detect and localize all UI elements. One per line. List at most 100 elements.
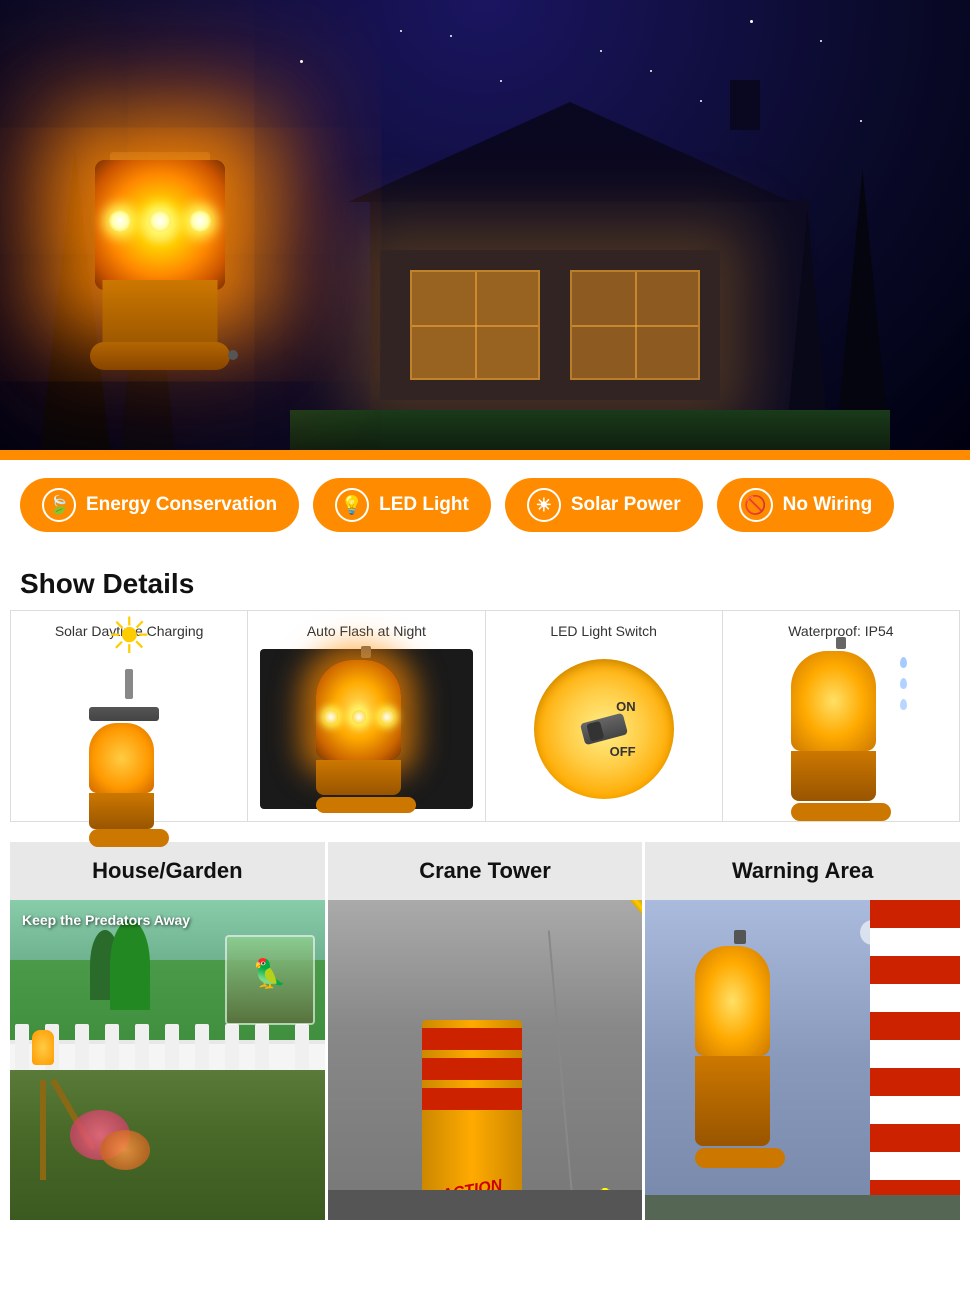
- barrier-white-5: [870, 1152, 960, 1180]
- features-bar: 🍃 Energy Conservation 💡 LED Light ☀ Sola…: [0, 460, 970, 550]
- wp-base-main: [791, 751, 876, 801]
- feature-badge-led: 💡 LED Light: [313, 478, 491, 532]
- use-cases-images: Keep the Predators Away: [10, 900, 960, 1220]
- warning-base: [695, 1056, 770, 1146]
- flash-image-area: [260, 649, 472, 809]
- wp-light-container: [791, 637, 891, 821]
- garden-scene: Keep the Predators Away: [10, 900, 325, 1220]
- crane-stripe-2: [422, 1058, 522, 1080]
- mount-bracket: [90, 342, 230, 370]
- house-roof: [348, 102, 792, 202]
- use-case-title-garden: House/Garden: [10, 842, 328, 900]
- switch-circle: ON OFF: [534, 659, 674, 799]
- mini-panel: [89, 707, 159, 721]
- barrier-white-4: [870, 1096, 960, 1124]
- warning-lens: [695, 946, 770, 1056]
- flash-base-main: [316, 760, 401, 795]
- mini-bracket: [89, 829, 169, 847]
- orange-divider: [0, 450, 970, 460]
- garden-image: Keep the Predators Away: [10, 900, 328, 1220]
- stake-structure: [40, 1080, 46, 1180]
- barrier-red-4: [870, 1068, 960, 1096]
- flower-2: [100, 1130, 150, 1170]
- use-case-title-warning: Warning Area: [645, 842, 960, 900]
- crane-image: ACTION 👷: [328, 900, 646, 1220]
- crane-ground: [328, 1190, 643, 1220]
- detail-title-flash: Auto Flash at Night: [260, 623, 472, 639]
- mini-base: [89, 793, 154, 829]
- flash-led-1: [324, 710, 338, 724]
- window-left: [410, 270, 540, 380]
- garden-caption: Keep the Predators Away: [22, 912, 190, 928]
- tree-right: [835, 170, 890, 450]
- switch-nub: [586, 721, 604, 742]
- switch-lever-body: [580, 713, 628, 746]
- led-dot-1: [109, 210, 131, 232]
- led-dot-3: [189, 210, 211, 232]
- detail-title-switch: LED Light Switch: [498, 623, 710, 639]
- crane-cable: [548, 930, 574, 1209]
- off-label: OFF: [582, 744, 636, 759]
- nowiring-icon: 🚫: [739, 488, 773, 522]
- sun-symbol: ☀: [107, 611, 152, 661]
- barrier-container: [870, 900, 960, 1220]
- detail-grid: Solar Daytime Charging ☀ Auto Flash at N…: [10, 610, 960, 822]
- drop-2: [900, 678, 907, 689]
- switch-scene: ON OFF: [534, 659, 674, 799]
- hero-section: [0, 0, 970, 450]
- detail-cell-solar: Solar Daytime Charging ☀: [11, 611, 248, 821]
- bird-silhouette: 🦜: [252, 957, 287, 990]
- wp-lens-main: [791, 651, 876, 751]
- barrier-white-2: [870, 984, 960, 1012]
- wp-solar-panel: [836, 637, 846, 649]
- use-cases-section: House/Garden Crane Tower Warning Area Ke…: [10, 842, 960, 1220]
- led-dot-2: [149, 210, 171, 232]
- ground: [290, 410, 890, 450]
- bush-2: [110, 920, 150, 1010]
- crane-arm-main: [626, 900, 642, 1156]
- light-base: [103, 280, 218, 350]
- flash-light-container: [316, 646, 416, 813]
- use-cases-header: House/Garden Crane Tower Warning Area: [10, 842, 960, 900]
- lens: [95, 160, 225, 290]
- wp-bracket: [791, 803, 891, 821]
- stake-lens: [32, 1030, 54, 1065]
- flash-led-2: [352, 710, 366, 724]
- screw: [228, 350, 238, 360]
- drop-1: [900, 657, 907, 668]
- house-silhouette: [290, 70, 890, 450]
- solar-panel-top: [361, 646, 371, 658]
- crane-stripe-3: [422, 1088, 522, 1110]
- flash-scene: [260, 649, 472, 809]
- flash-lens-main: [316, 660, 401, 760]
- warning-scene: [645, 900, 960, 1220]
- barrier-white-3: [870, 1040, 960, 1068]
- waterproof-image-area: [735, 649, 947, 809]
- detail-cell-flash: Auto Flash at Night: [248, 611, 485, 821]
- energy-icon: 🍃: [42, 488, 76, 522]
- led-icon: 💡: [335, 488, 369, 522]
- barrier-red-2: [870, 956, 960, 984]
- stake-post-1: [40, 1080, 46, 1180]
- flash-led-3: [380, 710, 394, 724]
- bird-box: 🦜: [225, 935, 315, 1025]
- crane-stripe-1: [422, 1028, 522, 1050]
- on-label: ON: [582, 699, 636, 714]
- feature-badge-solar: ☀ Solar Power: [505, 478, 703, 532]
- warning-ground: [645, 1195, 960, 1220]
- warning-solar-panel: [734, 930, 746, 944]
- solar-image-area: ☀: [23, 649, 235, 809]
- solar-mount-pole: [125, 669, 133, 699]
- energy-label: Energy Conservation: [86, 494, 277, 516]
- mini-solar-light: [89, 707, 169, 847]
- barrier-white-1: [870, 928, 960, 956]
- window-right: [570, 270, 700, 380]
- detail-cell-switch: LED Light Switch ON OFF: [486, 611, 723, 821]
- warning-image: [645, 900, 960, 1220]
- feature-badge-nowiring: 🚫 No Wiring: [717, 478, 895, 532]
- chimney: [730, 80, 760, 130]
- barrier-red-1: [870, 900, 960, 928]
- mini-lens: [89, 723, 154, 793]
- detail-cell-waterproof: Waterproof: IP54: [723, 611, 959, 821]
- solar-icon: ☀: [527, 488, 561, 522]
